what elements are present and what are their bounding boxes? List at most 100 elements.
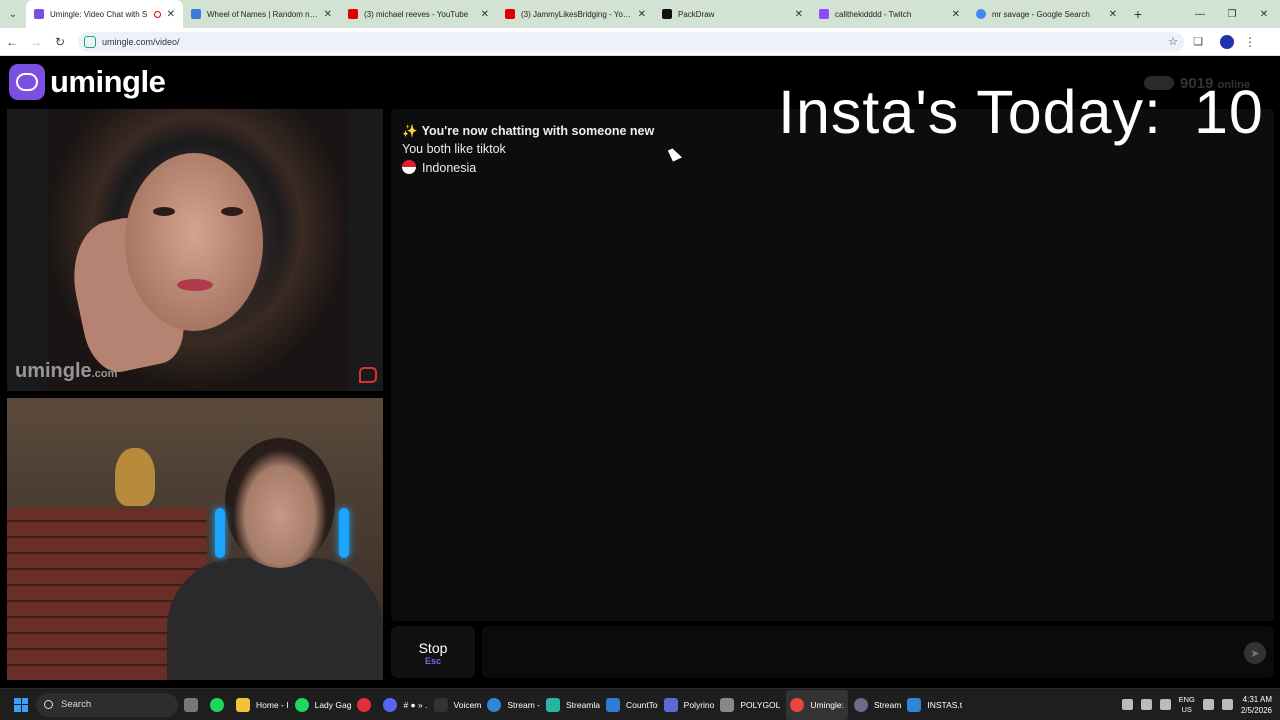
taskbar-app-1[interactable] <box>184 690 204 720</box>
report-flag-icon[interactable] <box>359 367 377 383</box>
tab-youtube-jammy[interactable]: (3) JammyLikesBridging - YouT ✕ <box>497 0 654 28</box>
taskbar-app-edge[interactable]: Stream - <box>487 690 540 720</box>
obs-icon <box>853 697 868 712</box>
new-tab-button[interactable]: + <box>1125 0 1151 28</box>
opera-icon <box>357 697 372 712</box>
taskbar-app-notepad[interactable]: INSTAS.t <box>907 690 962 720</box>
tab-youtube-michael-reeves[interactable]: (3) michael reeves - YouTube ✕ <box>340 0 497 28</box>
tab-title: (3) michael reeves - YouTube <box>364 9 469 19</box>
window-icon <box>720 697 735 712</box>
vscode-icon <box>606 697 620 712</box>
taskbar-app-opera[interactable] <box>357 690 377 720</box>
tab-wheel-of-names[interactable]: Wheel of Names | Random nam ✕ <box>183 0 340 28</box>
taskbar-app-obs[interactable]: Stream <box>853 690 901 720</box>
forward-icon[interactable]: → <box>24 35 48 49</box>
indonesia-flag-icon <box>402 160 416 174</box>
taskbar-app-polygol[interactable]: POLYGOL <box>720 690 780 720</box>
tab-search-dropdown-icon[interactable]: ⌄ <box>0 0 26 28</box>
close-tab-icon[interactable]: ✕ <box>1109 9 1117 20</box>
esc-shortcut-hint: Esc <box>424 656 441 666</box>
close-tab-icon[interactable]: ✕ <box>167 9 175 20</box>
tab-title: (3) JammyLikesBridging - YouT <box>521 9 632 19</box>
wifi-icon[interactable] <box>1202 699 1214 710</box>
browser-menu-icon[interactable]: ⋮ <box>1242 35 1258 49</box>
bookmark-star-icon[interactable]: ☆ <box>1168 35 1178 48</box>
google-favicon-icon <box>976 9 986 19</box>
windows-taskbar: Search Home - I Lady Gag # ● » . Voicem … <box>0 688 1280 720</box>
close-tab-icon[interactable]: ✕ <box>952 9 960 20</box>
profile-avatar[interactable] <box>1220 34 1234 49</box>
folder-icon <box>236 697 250 712</box>
taskbar-app-polyrino[interactable]: Polyrino <box>663 690 714 720</box>
app-icon <box>210 697 224 712</box>
site-info-icon[interactable] <box>84 35 96 48</box>
browser-tab-strip: ⌄ Umingle: Video Chat with S ✕ Wheel of … <box>0 0 1280 28</box>
close-tab-icon[interactable]: ✕ <box>795 9 803 20</box>
taskbar-clock[interactable]: 4:31 AM 2/5/2026 <box>1241 694 1272 716</box>
close-tab-icon[interactable]: ✕ <box>324 9 332 20</box>
window-controls: — ❐ ✕ <box>1184 0 1280 28</box>
sparkle-icon: ✨ <box>402 124 418 138</box>
maximize-icon[interactable]: ❐ <box>1216 0 1248 28</box>
taskbar-search[interactable]: Search <box>36 692 178 717</box>
address-toolbar: ← → ↻ umingle.com/video/ ☆ ❏ ⋮ <box>0 28 1280 56</box>
packdraw-favicon-icon <box>662 9 672 19</box>
taskbar-app-explorer[interactable]: Home - I <box>236 690 289 720</box>
volume-icon[interactable] <box>1221 699 1233 710</box>
recording-indicator-icon <box>153 10 161 18</box>
tab-umingle[interactable]: Umingle: Video Chat with S ✕ <box>26 0 183 28</box>
streamlabs-icon <box>545 697 560 712</box>
system-tray: ENG US 4:31 AM 2/5/2026 <box>1121 694 1280 716</box>
tab-twitch[interactable]: calithekidddd - Twitch ✕ <box>811 0 968 28</box>
tab-title: mr savage - Google Search <box>992 9 1090 19</box>
logo-text: umingle <box>50 64 166 99</box>
chat-message-input[interactable]: ➤ <box>482 626 1274 678</box>
close-tab-icon[interactable]: ✕ <box>481 9 489 20</box>
language-indicator[interactable]: ENG US <box>1179 695 1195 715</box>
tab-title: PackDraw <box>678 9 715 19</box>
taskbar-app-streamlabs[interactable]: Streamla <box>545 690 600 720</box>
discord-icon <box>383 697 398 712</box>
tab-title: Umingle: Video Chat with S <box>50 9 148 19</box>
close-window-icon[interactable]: ✕ <box>1248 0 1280 28</box>
minimize-icon[interactable]: — <box>1184 0 1216 28</box>
chat-bubble-logo-icon <box>9 64 45 100</box>
stop-button[interactable]: Stop Esc <box>391 626 475 678</box>
url-bar[interactable]: umingle.com/video/ ☆ <box>78 31 1184 52</box>
umingle-logo[interactable]: umingle <box>9 64 166 100</box>
twitch-favicon-icon <box>819 9 829 19</box>
taskbar-app-spotify[interactable]: Lady Gag <box>294 690 351 720</box>
tab-packdraw[interactable]: PackDraw ✕ <box>654 0 811 28</box>
chrome-icon <box>790 697 805 712</box>
taskbar-app-voicemod[interactable]: Voicem <box>433 690 481 720</box>
extensions-icon[interactable]: ❏ <box>1184 35 1212 48</box>
taskbar-app-2[interactable] <box>210 690 230 720</box>
url-text[interactable]: umingle.com/video/ <box>102 37 1168 47</box>
edge-icon <box>487 697 502 712</box>
discord-tray-icon[interactable] <box>1121 699 1133 710</box>
voicemod-icon <box>433 697 448 712</box>
country-message: Indonesia <box>402 160 476 175</box>
sync-tray-icon[interactable] <box>1140 699 1152 710</box>
windows-start-icon[interactable] <box>14 697 28 712</box>
umingle-watermark: umingle.com <box>15 360 118 382</box>
system-message-new-chat: ✨ You're now chatting with someone new <box>402 124 655 138</box>
umingle-favicon-icon <box>34 9 44 19</box>
stream-overlay-insta-counter: Insta's Today: 10 <box>778 78 1264 146</box>
tab-title: calithekidddd - Twitch <box>835 9 912 19</box>
taskbar-app-discord[interactable]: # ● » . <box>383 690 428 720</box>
close-tab-icon[interactable]: ✕ <box>638 9 646 20</box>
stranger-video: umingle.com <box>7 109 383 391</box>
microphone-icon[interactable] <box>1159 699 1171 710</box>
umingle-page: umingle umingle.com ✨ You're now chatting… <box>0 57 1280 687</box>
taskbar-app-vscode[interactable]: CountTo <box>606 690 658 720</box>
search-icon <box>44 700 53 709</box>
spotify-icon <box>294 697 309 712</box>
reload-icon[interactable]: ↻ <box>48 35 72 49</box>
tab-google-search[interactable]: mr savage - Google Search ✕ <box>968 0 1125 28</box>
send-icon[interactable]: ➤ <box>1244 642 1266 664</box>
tab-title: Wheel of Names | Random nam <box>207 9 318 19</box>
taskbar-app-chrome[interactable]: Umingle: <box>786 689 848 720</box>
back-icon[interactable]: ← <box>0 35 24 49</box>
chat-log: ✨ You're now chatting with someone new Yo… <box>391 109 1274 621</box>
